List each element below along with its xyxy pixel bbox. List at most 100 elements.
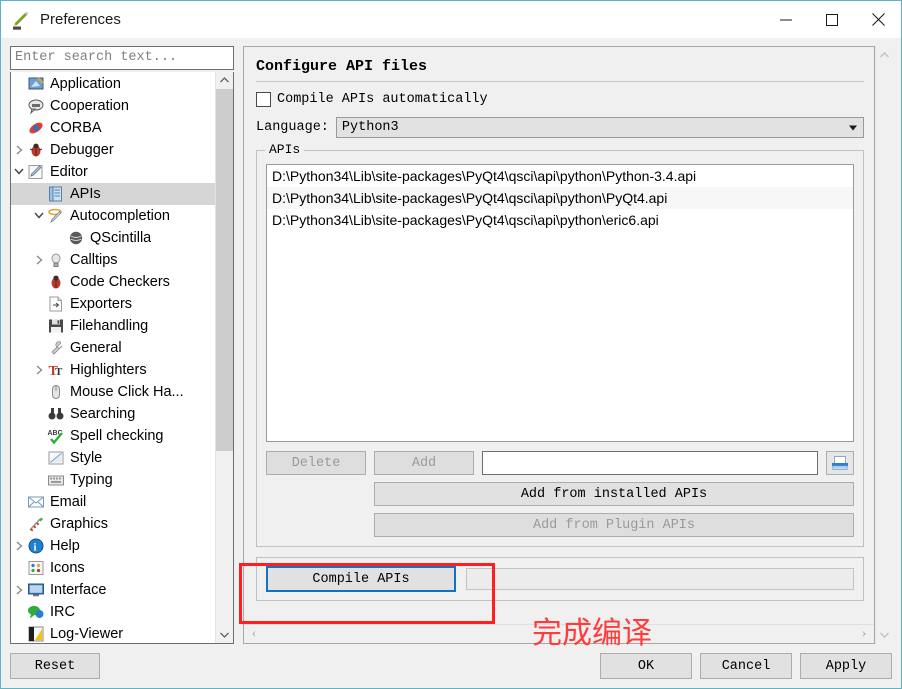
sidebar-item-help[interactable]: i Help <box>11 535 215 557</box>
panel-scroll-up-icon[interactable] <box>876 46 892 64</box>
apis-icon <box>47 185 65 203</box>
sidebar-item-spell-checking[interactable]: ABC Spell checking <box>11 425 215 447</box>
chevron-right-icon[interactable] <box>11 585 27 595</box>
irc-icon <box>27 603 45 621</box>
close-icon[interactable] <box>855 1 901 38</box>
cooperation-icon <box>27 97 45 115</box>
mouse-icon <box>47 383 65 401</box>
api-files-list[interactable]: D:\Python34\Lib\site-packages\PyQt4\qsci… <box>266 164 854 442</box>
settings-tree[interactable]: Application Cooperation CORBA Debugger Edito… <box>11 72 215 643</box>
interface-monitor-icon <box>27 581 45 599</box>
scroll-up-icon[interactable] <box>216 72 233 89</box>
config-panel-content: Configure API files Compile APIs automat… <box>244 47 874 624</box>
sidebar-item-label: General <box>70 339 122 356</box>
add-from-plugin-apis-button[interactable]: Add from Plugin APIs <box>374 513 854 537</box>
email-icon <box>27 493 45 511</box>
sidebar-item-icons[interactable]: Icons <box>11 557 215 579</box>
apply-button[interactable]: Apply <box>800 653 892 679</box>
sidebar-item-application[interactable]: Application <box>11 73 215 95</box>
apis-group-legend: APIs <box>265 142 305 157</box>
sidebar-item-searching[interactable]: Searching <box>11 403 215 425</box>
sidebar-item-autocompletion[interactable]: Autocompletion <box>11 205 215 227</box>
add-from-installed-apis-button[interactable]: Add from installed APIs <box>374 482 854 506</box>
highlighters-icon: TT <box>47 361 65 379</box>
calltips-bulb-icon <box>47 251 65 269</box>
chevron-right-icon[interactable] <box>31 255 47 265</box>
sidebar-item-code-checkers[interactable]: Code Checkers <box>11 271 215 293</box>
sidebar-item-cooperation[interactable]: Cooperation <box>11 95 215 117</box>
api-path-input[interactable] <box>482 451 818 475</box>
sidebar-item-label: Highlighters <box>70 361 147 378</box>
language-row: Language: Python3 <box>256 117 864 138</box>
compile-auto-checkbox[interactable] <box>256 92 271 107</box>
language-label: Language: <box>256 120 329 135</box>
sidebar-item-typing[interactable]: Typing <box>11 469 215 491</box>
qscintilla-icon <box>67 229 85 247</box>
sidebar-item-label: Application <box>50 75 121 92</box>
sidebar-item-label: Code Checkers <box>70 273 170 290</box>
compile-apis-button[interactable]: Compile APIs <box>266 566 456 592</box>
add-button[interactable]: Add <box>374 451 474 475</box>
sidebar-item-corba[interactable]: CORBA <box>11 117 215 139</box>
sidebar-item-log-viewer[interactable]: Log-Viewer <box>11 623 215 643</box>
sidebar-item-label: CORBA <box>50 119 102 136</box>
autocompletion-icon <box>47 207 65 225</box>
page-title: Configure API files <box>256 58 428 75</box>
sidebar-item-interface[interactable]: Interface <box>11 579 215 601</box>
general-wrench-icon <box>47 339 65 357</box>
sidebar-item-irc[interactable]: IRC <box>11 601 215 623</box>
chevron-down-icon[interactable] <box>11 168 27 176</box>
compile-auto-row[interactable]: Compile APIs automatically <box>256 92 864 107</box>
sidebar-scroll-thumb[interactable] <box>216 88 233 451</box>
sidebar-item-editor[interactable]: Editor <box>11 161 215 183</box>
code-checkers-icon <box>47 273 65 291</box>
reset-button[interactable]: Reset <box>10 653 100 679</box>
maximize-icon[interactable] <box>809 1 855 38</box>
sidebar-item-apis[interactable]: APIs <box>11 182 215 205</box>
sidebar-item-general[interactable]: General <box>11 337 215 359</box>
sidebar-item-filehandling[interactable]: Filehandling <box>11 315 215 337</box>
title-divider <box>256 81 864 82</box>
sidebar-item-mouse-click-ha[interactable]: Mouse Click Ha... <box>11 381 215 403</box>
icons-icon <box>27 559 45 577</box>
scroll-left-icon[interactable]: ‹ <box>244 626 264 642</box>
sidebar-item-debugger[interactable]: Debugger <box>11 139 215 161</box>
sidebar-item-label: APIs <box>70 185 101 202</box>
chevron-right-icon[interactable] <box>31 365 47 375</box>
sidebar-item-email[interactable]: Email <box>11 491 215 513</box>
main-panel: Configure API files Compile APIs automat… <box>243 46 892 644</box>
sidebar-item-label: Searching <box>70 405 136 422</box>
sidebar-item-highlighters[interactable]: T T Highlighters <box>11 359 215 381</box>
sidebar-scroll-track[interactable] <box>216 88 233 626</box>
language-select[interactable]: Python3 <box>335 117 864 138</box>
cancel-button[interactable]: Cancel <box>700 653 792 679</box>
panel-vscroll-track[interactable] <box>876 64 892 626</box>
chevron-down-icon[interactable] <box>31 212 47 220</box>
sidebar-item-graphics[interactable]: Graphics <box>11 513 215 535</box>
minimize-icon[interactable] <box>763 1 809 38</box>
chevron-right-icon[interactable] <box>11 541 27 551</box>
chevron-right-icon[interactable] <box>11 145 27 155</box>
api-file-row[interactable]: D:\Python34\Lib\site-packages\PyQt4\qsci… <box>267 209 853 231</box>
sidebar-scrollbar[interactable] <box>215 71 233 643</box>
api-file-row[interactable]: D:\Python34\Lib\site-packages\PyQt4\qsci… <box>267 187 853 209</box>
sidebar-item-label: IRC <box>50 603 75 620</box>
svg-text:T: T <box>55 366 63 378</box>
scroll-down-icon[interactable] <box>216 626 233 643</box>
eric6-pen-icon <box>11 10 31 30</box>
search-input[interactable]: Enter search text... <box>10 46 234 70</box>
sidebar-item-style[interactable]: Style <box>11 447 215 469</box>
sidebar-item-calltips[interactable]: Calltips <box>11 249 215 271</box>
panel-scroll-down-icon[interactable] <box>876 626 892 644</box>
title-bar: Preferences <box>1 1 901 38</box>
sidebar-item-qscintilla[interactable]: QScintilla <box>11 227 215 249</box>
panel-vertical-scrollbar[interactable] <box>875 46 892 644</box>
settings-tree-wrapper: Application Cooperation CORBA Debugger Edito… <box>10 71 234 644</box>
api-file-row[interactable]: D:\Python34\Lib\site-packages\PyQt4\qsci… <box>267 165 853 187</box>
scroll-right-icon[interactable]: › <box>854 626 874 642</box>
sidebar-item-exporters[interactable]: Exporters <box>11 293 215 315</box>
open-folder-icon[interactable] <box>826 451 854 475</box>
sidebar-item-label: Interface <box>50 581 107 598</box>
ok-button[interactable]: OK <box>600 653 692 679</box>
delete-button[interactable]: Delete <box>266 451 366 475</box>
